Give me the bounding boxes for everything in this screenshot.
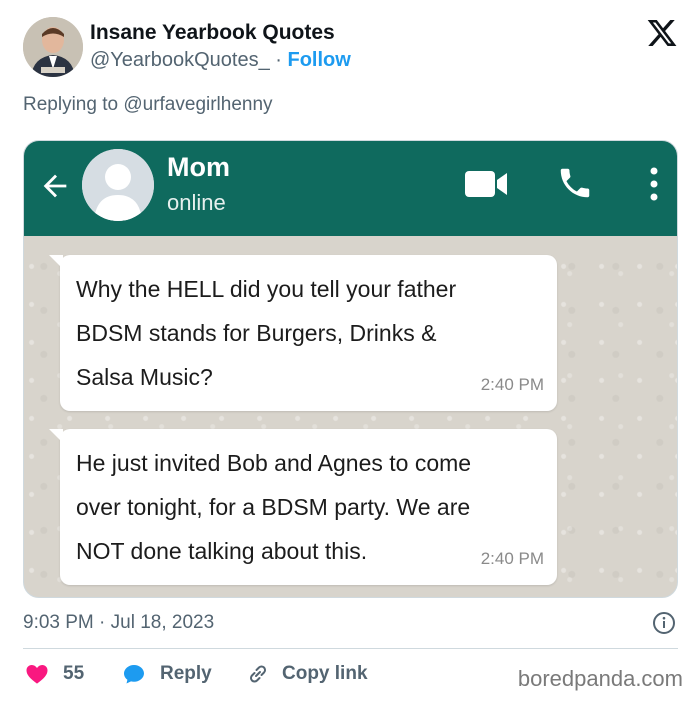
contact-name[interactable]: Mom — [167, 151, 230, 183]
message-bubble: Why the HELL did you tell your father BD… — [49, 255, 557, 411]
message-line: Salsa Music? — [76, 364, 213, 390]
tweet-timestamp[interactable]: 9:03 PM · Jul 18, 2023 — [23, 611, 214, 635]
copy-link-button[interactable]: Copy link — [246, 661, 368, 687]
contact-status: online — [167, 190, 226, 215]
replying-to-prefix: Replying to — [23, 94, 124, 115]
chat-header: Mom online — [24, 141, 677, 236]
back-arrow-icon[interactable] — [38, 169, 72, 203]
message-line: BDSM stands for Burgers, Drinks & — [76, 320, 437, 346]
handle-separator: · — [275, 49, 282, 71]
tweet-card: Insane Yearbook Quotes @YearbookQuotes_ … — [0, 0, 700, 701]
divider — [23, 648, 678, 649]
tweet-image[interactable]: Mom online Why the HELL did you tell you… — [23, 140, 678, 598]
reply-bubble-icon — [124, 665, 144, 684]
x-logo-icon[interactable] — [645, 17, 679, 49]
copy-link-label: Copy link — [282, 663, 368, 684]
watermark: boredpanda.com — [517, 666, 683, 691]
author-handle-row: @YearbookQuotes_ · Follow — [90, 48, 351, 72]
author-handle[interactable]: @YearbookQuotes_ — [90, 49, 270, 71]
message-text: He just invited Bob and Agnes to come ov… — [76, 441, 546, 573]
message-line: over tonight, for a BDSM party. We are — [76, 494, 471, 520]
like-button[interactable]: 55 — [25, 661, 84, 687]
phone-icon[interactable] — [556, 164, 594, 202]
replying-to: Replying to @urfavegirlhenny — [23, 93, 273, 117]
author-avatar[interactable] — [23, 17, 83, 77]
follow-button[interactable]: Follow — [287, 49, 350, 71]
message-time: 2:40 PM — [480, 549, 544, 568]
message-line: Why the HELL did you tell your father — [76, 276, 457, 302]
message-bubble: He just invited Bob and Agnes to come ov… — [49, 429, 557, 585]
video-call-icon[interactable] — [464, 169, 508, 199]
heart-icon — [26, 665, 48, 684]
author-name[interactable]: Insane Yearbook Quotes — [90, 20, 335, 46]
more-vert-icon[interactable] — [644, 165, 664, 203]
like-count: 55 — [63, 663, 85, 684]
replying-to-mention[interactable]: @urfavegirlhenny — [123, 94, 272, 115]
message-text: Why the HELL did you tell your father BD… — [76, 267, 546, 399]
link-icon — [249, 665, 267, 683]
reply-label: Reply — [160, 663, 212, 684]
message-time: 2:40 PM — [480, 375, 544, 394]
info-icon[interactable] — [652, 611, 676, 635]
reply-button[interactable]: Reply — [122, 661, 212, 687]
contact-avatar[interactable] — [82, 149, 154, 221]
message-line: NOT done talking about this. — [76, 538, 368, 564]
message-line: He just invited Bob and Agnes to come — [76, 450, 472, 476]
